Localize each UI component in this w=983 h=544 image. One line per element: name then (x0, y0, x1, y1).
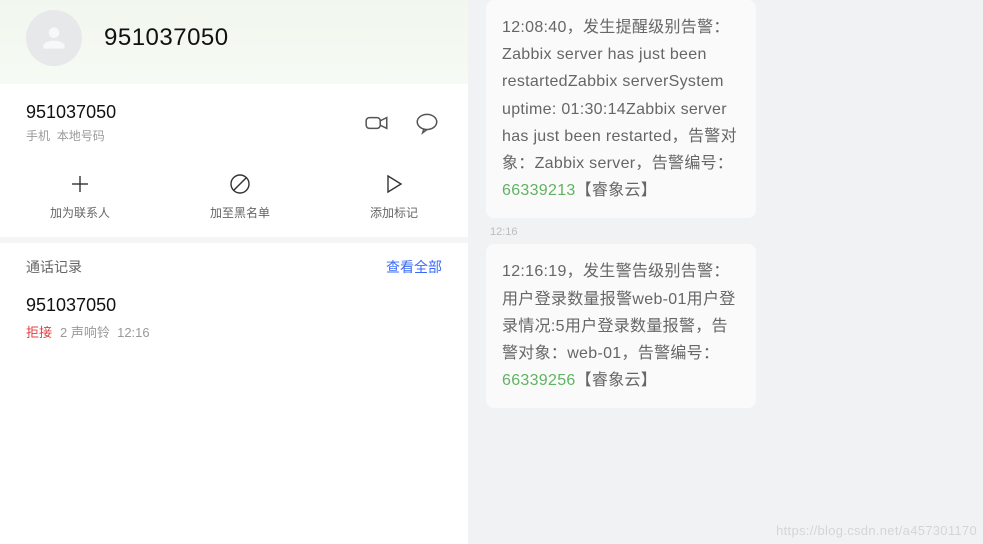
number-row: 951037050 手机 本地号码 (0, 84, 468, 158)
view-all-link[interactable]: 查看全部 (386, 257, 442, 277)
call-log-item[interactable]: 951037050 拒接2 声响铃 12:16 (26, 295, 442, 341)
block-button[interactable]: 加至黑名单 (210, 172, 270, 221)
contact-header: 951037050 (0, 0, 468, 84)
number-info: 951037050 手机 本地号码 (26, 102, 116, 144)
message-text: 12:16:19，发生警告级别告警：用户登录数量报警web-01用户登录情况:5… (502, 263, 736, 362)
alert-code: 66339213 (502, 182, 576, 199)
contact-name: 951037050 (104, 24, 229, 52)
message-list: 12:08:40，发生提醒级别告警：Zabbix server has just… (468, 0, 983, 426)
message-text: 12:08:40，发生提醒级别告警：Zabbix server has just… (502, 19, 737, 172)
add-contact-label: 加为联系人 (50, 204, 110, 221)
call-log-title: 通话记录 (26, 257, 82, 277)
call-log-header: 通话记录 查看全部 (26, 257, 442, 277)
add-tag-button[interactable]: 添加标记 (370, 172, 418, 221)
person-icon (38, 22, 70, 54)
message-timestamp: 12:16 (490, 226, 965, 238)
video-icon (364, 110, 390, 136)
log-status: 拒接 (26, 325, 52, 340)
action-bar: 加为联系人 加至黑名单 添加标记 (0, 158, 468, 243)
watermark-text: https://blog.csdn.net/a457301170 (776, 523, 977, 538)
message-suffix: 【睿象云】 (576, 182, 658, 199)
add-tag-label: 添加标记 (370, 204, 418, 221)
message-suffix: 【睿象云】 (576, 372, 658, 389)
message-bubble[interactable]: 12:16:19，发生警告级别告警：用户登录数量报警web-01用户登录情况:5… (486, 244, 756, 408)
alert-code: 66339256 (502, 372, 576, 389)
number-actions (362, 108, 442, 138)
play-tag-icon (382, 172, 406, 196)
contact-detail-pane: 951037050 951037050 手机 本地号码 加为联系人 加至黑名单 (0, 0, 468, 544)
call-log-section: 通话记录 查看全部 951037050 拒接2 声响铃 12:16 (0, 243, 468, 355)
phone-meta: 手机 本地号码 (26, 127, 116, 144)
add-contact-button[interactable]: 加为联系人 (50, 172, 110, 221)
log-number: 951037050 (26, 295, 442, 316)
avatar (26, 10, 82, 66)
log-detail: 拒接2 声响铃 12:16 (26, 322, 442, 341)
message-icon (414, 110, 440, 136)
message-pane: 12:08:40，发生提醒级别告警：Zabbix server has just… (468, 0, 983, 544)
video-call-button[interactable] (362, 108, 392, 138)
block-icon (228, 172, 252, 196)
phone-number: 951037050 (26, 102, 116, 123)
plus-icon (68, 172, 92, 196)
message-button[interactable] (412, 108, 442, 138)
block-label: 加至黑名单 (210, 204, 270, 221)
message-bubble[interactable]: 12:08:40，发生提醒级别告警：Zabbix server has just… (486, 0, 756, 218)
